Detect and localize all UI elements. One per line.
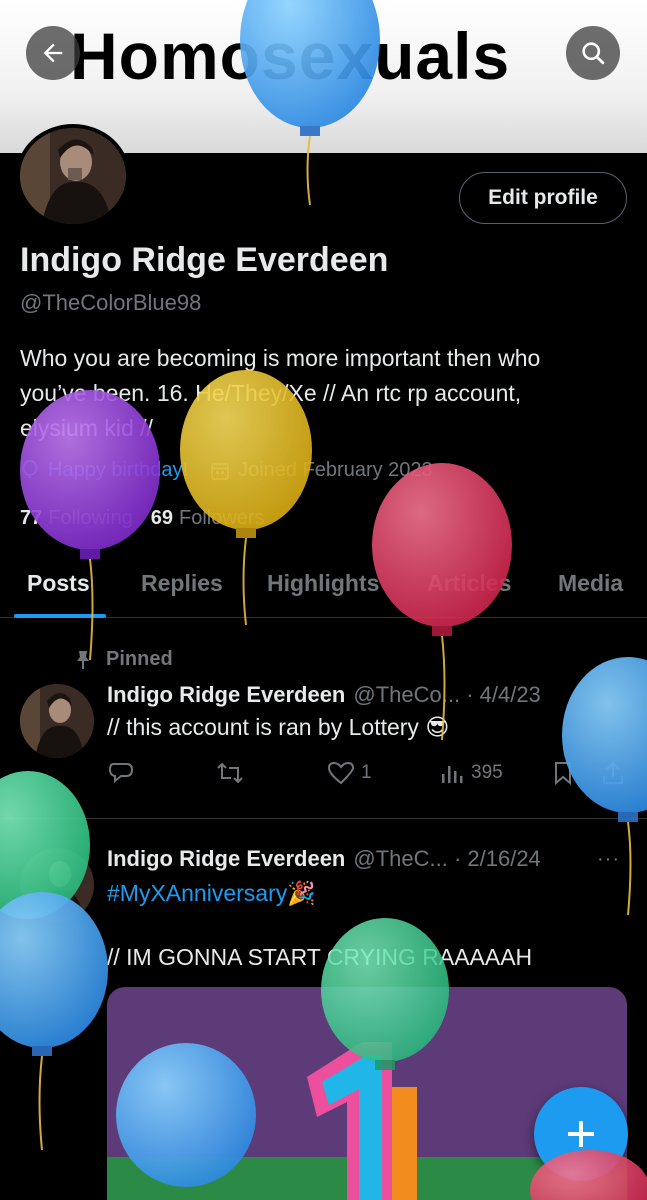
profile-bio: Who you are becoming is more important t… (20, 341, 620, 446)
following-count: 77 (20, 507, 43, 529)
bio-line: Who you are becoming is more important t… (20, 345, 541, 371)
tab-highlights[interactable]: Highlights (267, 548, 379, 618)
tab-label: Posts (27, 569, 90, 596)
like-count: 1 (361, 762, 372, 783)
following-label: Following (48, 507, 133, 529)
number-one-graphic (307, 1042, 417, 1200)
reply-button[interactable] (107, 760, 135, 786)
plus-icon (568, 1121, 594, 1147)
pinned-label: Pinned (74, 648, 173, 671)
post-header: Indigo Ridge Everdeen @TheC... · 2/16/24 (107, 846, 541, 872)
following-link[interactable]: 77 Following (20, 507, 133, 530)
post-text: // IM GONNA START CRYING RAAAAAH (107, 944, 533, 970)
followers-count: 69 (150, 507, 173, 529)
banner-text: Homosexuals (70, 19, 511, 93)
back-button[interactable] (26, 26, 80, 80)
profile-meta: Happy birthday! Joined February 2023 (20, 459, 455, 482)
post-hashtag[interactable]: #MyXAnniversary🎉 (107, 880, 316, 907)
heart-icon (327, 761, 355, 785)
tab-articles[interactable]: Articles (427, 548, 511, 618)
views-button[interactable]: 395 (439, 760, 503, 786)
calendar-icon (211, 462, 229, 480)
views-icon (442, 766, 463, 783)
tab-replies[interactable]: Replies (141, 548, 223, 618)
compose-button[interactable] (534, 1087, 628, 1181)
display-name: Indigo Ridge Everdeen (20, 241, 389, 279)
post-more-button[interactable]: ··· (597, 848, 620, 871)
search-icon (582, 42, 605, 65)
post-divider (0, 818, 647, 819)
tab-media[interactable]: Media (558, 548, 623, 618)
profile-handle: @TheColorBlue98 (20, 290, 202, 315)
joined-text: Joined February 2023 (238, 459, 433, 481)
like-button[interactable]: 1 (327, 760, 372, 786)
post-avatar[interactable] (20, 684, 94, 758)
share-icon (603, 761, 623, 784)
bookmark-icon (555, 762, 571, 786)
post-avatar[interactable] (20, 848, 94, 922)
back-arrow-icon (43, 43, 63, 63)
post-author-name[interactable]: Indigo Ridge Everdeen (107, 846, 345, 872)
tab-label: Media (558, 569, 624, 596)
post-header: Indigo Ridge Everdeen @TheCo... · 4/4/23 (107, 682, 541, 708)
pin-icon (77, 650, 89, 669)
birthday-item: Happy birthday! (20, 459, 188, 482)
pinned-text: Pinned (106, 648, 173, 670)
followers-label: Followers (178, 507, 265, 529)
birthday-text: Happy birthday! (48, 459, 189, 481)
balloon-icon (0, 892, 108, 1151)
post-author-name[interactable]: Indigo Ridge Everdeen (107, 682, 345, 708)
followers-link[interactable]: 69 Followers (151, 507, 265, 530)
bio-line: elysium kid // (20, 415, 153, 441)
views-count: 395 (471, 762, 503, 783)
post-handle-date: @TheC... · 2/16/24 (353, 846, 541, 871)
post-text: // this account is ran by Lottery 😎 (107, 714, 450, 740)
follow-stats: 77 Following 69 Followers (20, 507, 283, 530)
edit-profile-button[interactable]: Edit profile (459, 172, 627, 224)
balloon-icon (22, 459, 38, 478)
tab-label: Replies (141, 569, 223, 596)
repost-button[interactable] (215, 760, 245, 786)
tab-label: Highlights (267, 569, 380, 596)
post-actions: 1 395 (107, 756, 627, 790)
search-button[interactable] (566, 26, 620, 80)
joined-item: Joined February 2023 (210, 459, 433, 482)
share-button[interactable] (601, 760, 625, 786)
post-handle-date: @TheCo... · 4/4/23 (353, 682, 541, 707)
repost-icon (217, 762, 243, 784)
bio-line: you’ve been. 16. He/They/Xe // An rtc rp… (20, 380, 522, 406)
profile-tabs: Posts Replies Highlights Articles Media (0, 548, 647, 618)
bookmark-button[interactable] (551, 760, 575, 786)
tab-label: Articles (427, 569, 512, 596)
reply-icon (108, 763, 134, 784)
tab-posts[interactable]: Posts (14, 548, 106, 618)
profile-avatar[interactable] (16, 124, 130, 228)
tab-active-indicator (14, 614, 106, 618)
